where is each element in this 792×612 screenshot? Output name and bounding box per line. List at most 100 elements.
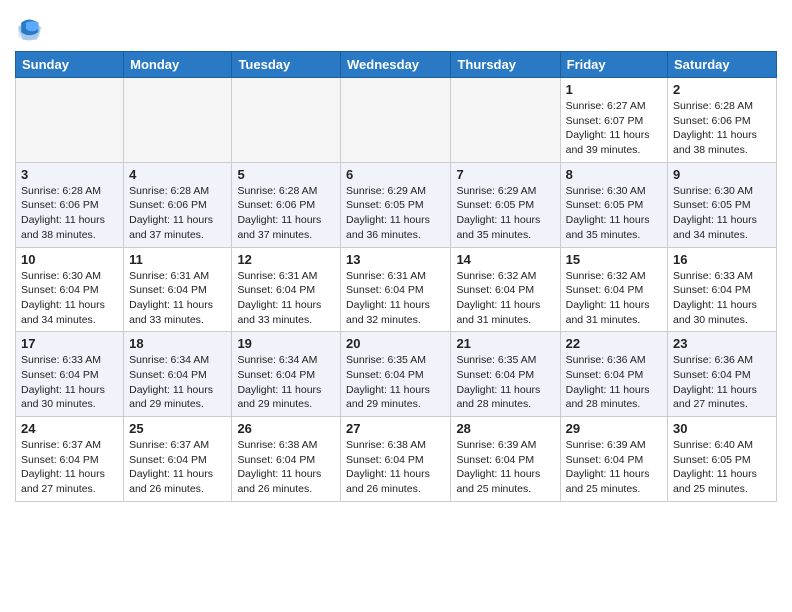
day-number: 24 [21, 421, 118, 436]
day-number: 20 [346, 336, 445, 351]
calendar-day-15: 15 Sunrise: 6:32 AM Sunset: 6:04 PM Dayli… [560, 247, 667, 332]
calendar-week-2: 3 Sunrise: 6:28 AM Sunset: 6:06 PM Daylig… [16, 162, 777, 247]
day-info: Sunrise: 6:30 AM Sunset: 6:05 PM Dayligh… [673, 184, 771, 243]
day-info: Sunrise: 6:31 AM Sunset: 6:04 PM Dayligh… [129, 269, 226, 328]
calendar-day-9: 9 Sunrise: 6:30 AM Sunset: 6:05 PM Daylig… [668, 162, 777, 247]
day-info: Sunrise: 6:31 AM Sunset: 6:04 PM Dayligh… [237, 269, 335, 328]
day-info: Sunrise: 6:40 AM Sunset: 6:05 PM Dayligh… [673, 438, 771, 497]
weekday-header-friday: Friday [560, 52, 667, 78]
weekday-header-wednesday: Wednesday [341, 52, 451, 78]
day-info: Sunrise: 6:29 AM Sunset: 6:05 PM Dayligh… [456, 184, 554, 243]
calendar-day-20: 20 Sunrise: 6:35 AM Sunset: 6:04 PM Dayli… [341, 332, 451, 417]
day-number: 2 [673, 82, 771, 97]
day-number: 4 [129, 167, 226, 182]
weekday-header-sunday: Sunday [16, 52, 124, 78]
calendar-week-4: 17 Sunrise: 6:33 AM Sunset: 6:04 PM Dayli… [16, 332, 777, 417]
calendar: SundayMondayTuesdayWednesdayThursdayFrid… [15, 51, 777, 502]
day-number: 21 [456, 336, 554, 351]
calendar-day-16: 16Sunrise: 6:33 AM Sunset: 6:04 PM Dayli… [668, 247, 777, 332]
logo-icon [15, 15, 43, 43]
calendar-day-12: 12 Sunrise: 6:31 AM Sunset: 6:04 PM Dayli… [232, 247, 341, 332]
calendar-day-10: 10 Sunrise: 6:30 AM Sunset: 6:04 PM Dayli… [16, 247, 124, 332]
day-number: 26 [237, 421, 335, 436]
day-info: Sunrise: 6:38 AM Sunset: 6:04 PM Dayligh… [346, 438, 445, 497]
calendar-day-empty [16, 78, 124, 163]
calendar-day-5: 5 Sunrise: 6:28 AM Sunset: 6:06 PM Daylig… [232, 162, 341, 247]
calendar-day-21: 21 Sunrise: 6:35 AM Sunset: 6:04 PM Dayli… [451, 332, 560, 417]
calendar-day-7: 7 Sunrise: 6:29 AM Sunset: 6:05 PM Daylig… [451, 162, 560, 247]
day-info: Sunrise: 6:30 AM Sunset: 6:05 PM Dayligh… [566, 184, 662, 243]
calendar-day-empty [232, 78, 341, 163]
day-number: 9 [673, 167, 771, 182]
weekday-header-monday: Monday [124, 52, 232, 78]
weekday-header-tuesday: Tuesday [232, 52, 341, 78]
calendar-week-5: 24 Sunrise: 6:37 AM Sunset: 6:04 PM Dayli… [16, 417, 777, 502]
day-info: Sunrise: 6:37 AM Sunset: 6:04 PM Dayligh… [129, 438, 226, 497]
day-info: Sunrise: 6:33 AM Sunset: 6:04 PM Dayligh… [673, 269, 771, 328]
day-info: Sunrise: 6:28 AM Sunset: 6:06 PM Dayligh… [129, 184, 226, 243]
calendar-week-1: 1 Sunrise: 6:27 AM Sunset: 6:07 PM Daylig… [16, 78, 777, 163]
calendar-day-empty [341, 78, 451, 163]
calendar-day-18: 18Sunrise: 6:34 AM Sunset: 6:04 PM Dayli… [124, 332, 232, 417]
day-info: Sunrise: 6:34 AM Sunset: 6:04 PM Dayligh… [237, 353, 335, 412]
day-info: Sunrise: 6:37 AM Sunset: 6:04 PM Dayligh… [21, 438, 118, 497]
calendar-day-19: 19Sunrise: 6:34 AM Sunset: 6:04 PM Dayli… [232, 332, 341, 417]
calendar-week-3: 10 Sunrise: 6:30 AM Sunset: 6:04 PM Dayli… [16, 247, 777, 332]
day-info: Sunrise: 6:29 AM Sunset: 6:05 PM Dayligh… [346, 184, 445, 243]
day-info: Sunrise: 6:35 AM Sunset: 6:04 PM Dayligh… [456, 353, 554, 412]
calendar-day-28: 28Sunrise: 6:39 AM Sunset: 6:04 PM Dayli… [451, 417, 560, 502]
day-info: Sunrise: 6:32 AM Sunset: 6:04 PM Dayligh… [566, 269, 662, 328]
day-info: Sunrise: 6:28 AM Sunset: 6:06 PM Dayligh… [237, 184, 335, 243]
calendar-day-29: 29 Sunrise: 6:39 AM Sunset: 6:04 PM Dayli… [560, 417, 667, 502]
calendar-day-empty [124, 78, 232, 163]
day-info: Sunrise: 6:32 AM Sunset: 6:04 PM Dayligh… [456, 269, 554, 328]
day-number: 6 [346, 167, 445, 182]
day-number: 5 [237, 167, 335, 182]
calendar-day-2: 2Sunrise: 6:28 AM Sunset: 6:06 PM Daylig… [668, 78, 777, 163]
day-number: 3 [21, 167, 118, 182]
day-info: Sunrise: 6:36 AM Sunset: 6:04 PM Dayligh… [673, 353, 771, 412]
calendar-day-26: 26 Sunrise: 6:38 AM Sunset: 6:04 PM Dayli… [232, 417, 341, 502]
day-number: 11 [129, 252, 226, 267]
day-number: 29 [566, 421, 662, 436]
day-info: Sunrise: 6:31 AM Sunset: 6:04 PM Dayligh… [346, 269, 445, 328]
day-info: Sunrise: 6:34 AM Sunset: 6:04 PM Dayligh… [129, 353, 226, 412]
calendar-day-22: 22 Sunrise: 6:36 AM Sunset: 6:04 PM Dayli… [560, 332, 667, 417]
calendar-day-1: 1 Sunrise: 6:27 AM Sunset: 6:07 PM Daylig… [560, 78, 667, 163]
calendar-day-8: 8 Sunrise: 6:30 AM Sunset: 6:05 PM Daylig… [560, 162, 667, 247]
day-number: 15 [566, 252, 662, 267]
calendar-day-23: 23 Sunrise: 6:36 AM Sunset: 6:04 PM Dayli… [668, 332, 777, 417]
day-info: Sunrise: 6:39 AM Sunset: 6:04 PM Dayligh… [566, 438, 662, 497]
calendar-header-row: SundayMondayTuesdayWednesdayThursdayFrid… [16, 52, 777, 78]
weekday-header-thursday: Thursday [451, 52, 560, 78]
day-number: 13 [346, 252, 445, 267]
calendar-day-13: 13 Sunrise: 6:31 AM Sunset: 6:04 PM Dayli… [341, 247, 451, 332]
day-number: 8 [566, 167, 662, 182]
day-info: Sunrise: 6:38 AM Sunset: 6:04 PM Dayligh… [237, 438, 335, 497]
day-number: 12 [237, 252, 335, 267]
day-number: 10 [21, 252, 118, 267]
day-number: 25 [129, 421, 226, 436]
day-number: 22 [566, 336, 662, 351]
day-info: Sunrise: 6:30 AM Sunset: 6:04 PM Dayligh… [21, 269, 118, 328]
calendar-day-4: 4 Sunrise: 6:28 AM Sunset: 6:06 PM Daylig… [124, 162, 232, 247]
day-info: Sunrise: 6:27 AM Sunset: 6:07 PM Dayligh… [566, 99, 662, 158]
calendar-day-3: 3 Sunrise: 6:28 AM Sunset: 6:06 PM Daylig… [16, 162, 124, 247]
weekday-header-saturday: Saturday [668, 52, 777, 78]
day-info: Sunrise: 6:33 AM Sunset: 6:04 PM Dayligh… [21, 353, 118, 412]
day-number: 1 [566, 82, 662, 97]
calendar-day-27: 27Sunrise: 6:38 AM Sunset: 6:04 PM Dayli… [341, 417, 451, 502]
day-info: Sunrise: 6:36 AM Sunset: 6:04 PM Dayligh… [566, 353, 662, 412]
day-info: Sunrise: 6:39 AM Sunset: 6:04 PM Dayligh… [456, 438, 554, 497]
day-number: 23 [673, 336, 771, 351]
calendar-day-25: 25 Sunrise: 6:37 AM Sunset: 6:04 PM Dayli… [124, 417, 232, 502]
calendar-day-30: 30Sunrise: 6:40 AM Sunset: 6:05 PM Dayli… [668, 417, 777, 502]
logo [15, 15, 47, 43]
day-number: 17 [21, 336, 118, 351]
day-info: Sunrise: 6:35 AM Sunset: 6:04 PM Dayligh… [346, 353, 445, 412]
calendar-day-17: 17 Sunrise: 6:33 AM Sunset: 6:04 PM Dayli… [16, 332, 124, 417]
calendar-day-11: 11 Sunrise: 6:31 AM Sunset: 6:04 PM Dayli… [124, 247, 232, 332]
day-number: 7 [456, 167, 554, 182]
day-info: Sunrise: 6:28 AM Sunset: 6:06 PM Dayligh… [21, 184, 118, 243]
calendar-day-24: 24 Sunrise: 6:37 AM Sunset: 6:04 PM Dayli… [16, 417, 124, 502]
